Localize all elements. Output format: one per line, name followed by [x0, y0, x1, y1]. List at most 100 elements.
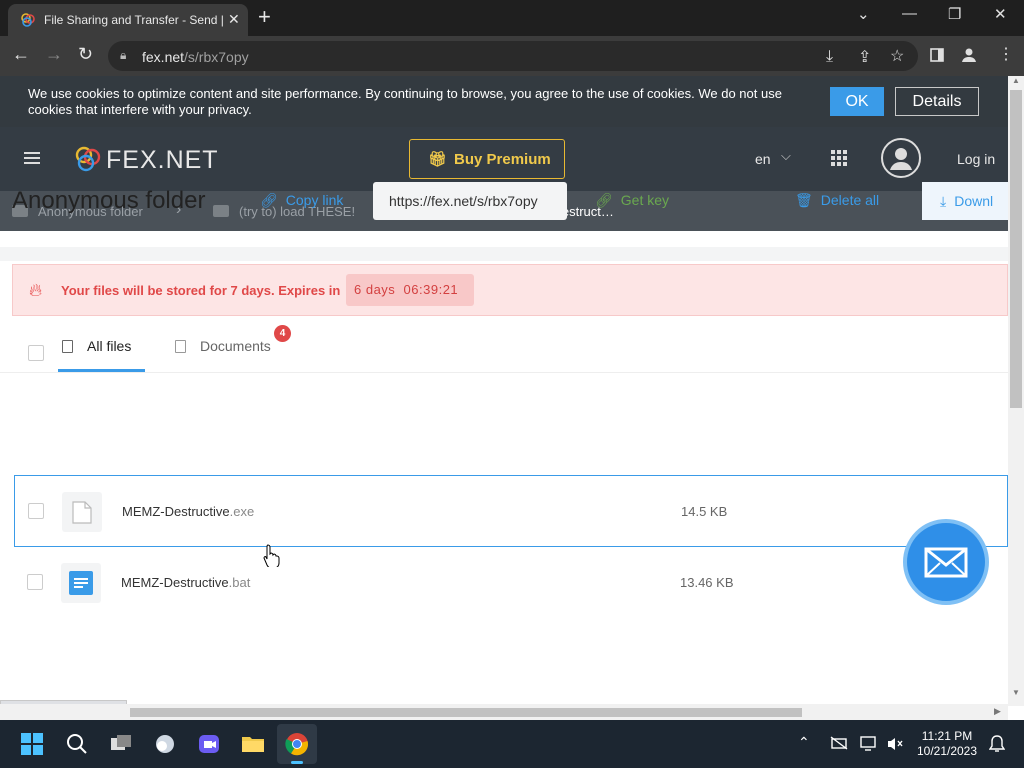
cookie-details-button[interactable]: Details [895, 87, 979, 116]
section-divider [0, 247, 1008, 261]
share-icon[interactable]: ⇪ [858, 47, 871, 67]
cookie-message: We use cookies to optimize content and s… [28, 86, 782, 117]
documents-count-badge: 4 [274, 325, 291, 342]
download-button[interactable]: ⤓ Downl [922, 182, 1008, 220]
search-icon[interactable] [65, 732, 89, 756]
horizontal-scroll-thumb[interactable] [130, 708, 802, 717]
link-icon: 🔗︎ [595, 192, 613, 208]
gift-icon: 🎁︎ [428, 151, 448, 168]
address-bar[interactable]: 🔒︎ fex.net/s/rbx7opy ⤓ ⇪ ☆ [108, 41, 918, 71]
flame-icon: 🔥︎ [29, 280, 43, 300]
back-icon[interactable]: ← [12, 44, 30, 65]
install-app-icon[interactable]: ⤓ [826, 48, 833, 66]
link-icon: 🔗︎ [260, 192, 278, 208]
get-key-button[interactable]: 🔗︎ Get key [595, 192, 669, 209]
file-checkbox[interactable] [28, 503, 44, 519]
buy-premium-label: Buy Premium [454, 151, 551, 168]
scroll-up-icon[interactable]: ▲ [1012, 76, 1020, 85]
chrome-icon [285, 733, 309, 756]
side-panel-icon[interactable] [930, 48, 944, 62]
reload-icon[interactable]: ↻ [78, 44, 93, 65]
buy-premium-button[interactable]: 🎁︎ Buy Premium [409, 139, 565, 179]
browser-tab-bar: File Sharing and Transfer - Send | ✕ + ⌄… [0, 0, 1024, 36]
cookie-banner: We use cookies to optimize content and s… [0, 76, 1008, 127]
fex-logo[interactable]: FEX.NET [72, 143, 218, 175]
file-row[interactable]: MEMZ-Destructive.bat 13.46 KB [14, 547, 1008, 619]
file-row[interactable]: MEMZ-Destructive.exe 14.5 KB [14, 475, 1008, 547]
profile-icon[interactable] [961, 47, 977, 63]
clock-time: 11:21 PM [921, 729, 973, 743]
delete-all-button[interactable]: 🗑︎ Delete all [795, 192, 879, 209]
vertical-scroll-thumb[interactable] [1010, 90, 1022, 408]
user-avatar-icon[interactable] [881, 138, 921, 178]
tab-close-icon[interactable]: ✕ [228, 11, 240, 28]
horizontal-scrollbar[interactable]: ▶ [0, 704, 1008, 720]
cookie-ok-button[interactable]: OK [830, 87, 884, 116]
share-url-field[interactable]: https://fex.net/s/rbx7opy [373, 182, 567, 220]
file-explorer-icon[interactable] [241, 732, 265, 756]
tab-all-files[interactable]: All files [62, 338, 131, 354]
vertical-scrollbar[interactable]: ▲ ▼ [1008, 76, 1024, 706]
file-size: 14.5 KB [681, 504, 728, 519]
language-label: en [755, 151, 771, 167]
file-name[interactable]: MEMZ-Destructive.exe [122, 504, 254, 519]
windows-start-icon[interactable] [20, 732, 44, 756]
chevron-down-icon: ⌵ [781, 148, 791, 163]
clock-date: 10/21/2023 [916, 744, 978, 758]
minimize-icon[interactable]: — [902, 5, 917, 22]
file-thumbnail [62, 492, 102, 532]
hamburger-menu-icon[interactable] [24, 152, 40, 164]
hand-cursor-icon [263, 544, 280, 567]
support-mail-button[interactable] [903, 519, 989, 605]
tabs-divider [0, 372, 1008, 373]
fex-favicon-icon [21, 13, 35, 27]
logo-text: FEX.NET [106, 146, 219, 174]
language-selector[interactable]: en ⌵ [755, 148, 791, 167]
fex-logo-icon [75, 146, 101, 172]
document-icon [175, 340, 186, 353]
task-view-icon[interactable] [109, 732, 133, 756]
new-tab-icon[interactable]: + [258, 4, 271, 30]
active-app-indicator [291, 761, 303, 764]
window-close-icon[interactable]: ✕ [994, 5, 1007, 23]
web-page: We use cookies to optimize content and s… [0, 76, 1008, 706]
tab-title: File Sharing and Transfer - Send | [44, 13, 224, 27]
tab-documents[interactable]: Documents [175, 338, 271, 354]
tray-overflow-chevron-icon[interactable]: ⌃ [798, 734, 810, 751]
browser-tab[interactable]: File Sharing and Transfer - Send | ✕ [8, 4, 248, 36]
login-link[interactable]: Log in [957, 151, 995, 167]
address-url: fex.net/s/rbx7opy [142, 49, 249, 65]
file-thumbnail [61, 563, 101, 603]
bookmark-star-icon[interactable]: ☆ [890, 46, 904, 66]
notification-bell-icon[interactable] [989, 735, 1005, 753]
network-off-icon[interactable] [830, 736, 848, 750]
expiry-notice: 🔥︎ Your files will be stored for 7 days.… [12, 264, 1008, 316]
restore-icon[interactable]: ❐ [948, 5, 961, 23]
tab-search-chevron-icon[interactable]: ⌄ [857, 5, 870, 23]
chrome-taskbar-item[interactable] [277, 724, 317, 764]
scroll-down-icon[interactable]: ▼ [1012, 688, 1020, 697]
system-clock[interactable]: 11:21 PM 10/21/2023 [912, 729, 982, 759]
expiry-message: Your files will be stored for 7 days. Ex… [61, 283, 341, 298]
folder-title: Anonymous folder [12, 187, 206, 214]
browser-toolbar: ← → ↻ 🔒︎ fex.net/s/rbx7opy ⤓ ⇪ ☆ ⋮ [0, 36, 1024, 76]
forward-icon[interactable]: → [45, 44, 63, 65]
generic-file-icon [72, 501, 92, 524]
weather-widget-icon[interactable] [153, 732, 177, 756]
file-icon [62, 340, 73, 353]
envelope-icon [924, 547, 968, 578]
scroll-right-icon[interactable]: ▶ [994, 706, 1001, 717]
menu-kebab-icon[interactable]: ⋮ [998, 44, 1014, 64]
apps-grid-icon[interactable] [831, 150, 847, 166]
display-icon[interactable] [860, 736, 878, 752]
volume-muted-icon[interactable] [886, 736, 904, 752]
file-checkbox[interactable] [27, 574, 43, 590]
windows-taskbar: ⌃ 11:21 PM 10/21/2023 [0, 720, 1024, 768]
select-all-checkbox[interactable] [28, 345, 44, 361]
lock-icon[interactable]: 🔒︎ [120, 48, 126, 63]
meet-app-icon[interactable] [197, 732, 221, 756]
file-name[interactable]: MEMZ-Destructive.bat [121, 575, 250, 590]
copy-link-button[interactable]: 🔗︎ Copy link [260, 192, 343, 209]
expiry-countdown: 6 days 06:39:21 [346, 274, 474, 306]
download-icon: ⤓ [940, 193, 947, 209]
